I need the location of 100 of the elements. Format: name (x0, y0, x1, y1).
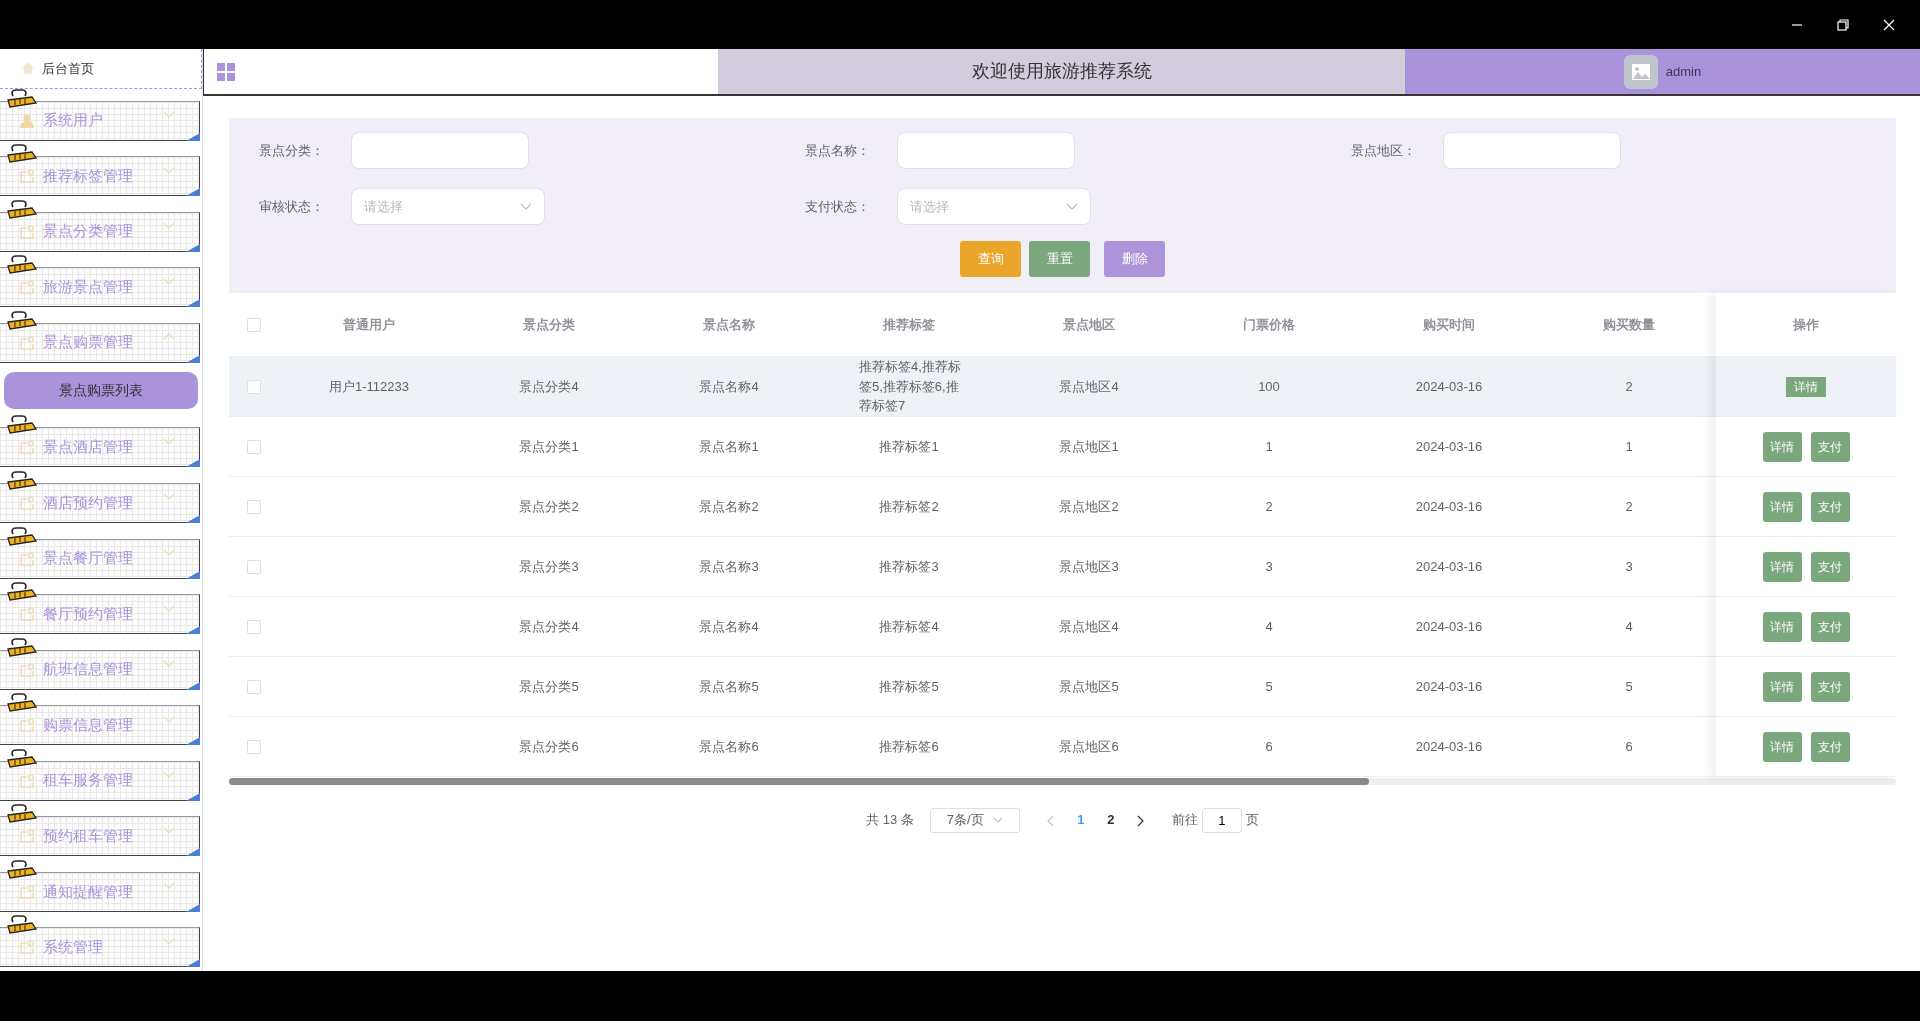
action-button[interactable]: 支付 (1810, 671, 1850, 702)
sidebar-menu-item[interactable]: 系统用户 (0, 100, 200, 141)
table-cell: 4 (1265, 618, 1273, 634)
note-icon (20, 773, 34, 788)
table-cell: 2024-03-16 (1415, 558, 1483, 574)
table-cell: 景点分类2 (519, 498, 579, 514)
avatar[interactable] (1623, 54, 1658, 89)
table-cell: 景点名称3 (699, 558, 759, 574)
note-icon (20, 496, 34, 510)
page-size-select[interactable]: 7条/页 (929, 807, 1020, 833)
column-header: 购买时间 (1422, 315, 1476, 334)
action-button[interactable]: 详情 (1762, 431, 1802, 462)
sidebar-menu-item[interactable]: 景点餐厅管理 (0, 538, 200, 579)
chevron-down-icon (1066, 203, 1078, 210)
table-cell: 景点分类4 (519, 618, 579, 634)
sidebar-menu-item[interactable]: 通知提醒管理 (0, 871, 200, 912)
action-button[interactable]: 重置 (1029, 241, 1090, 277)
table-cell: 6 (1265, 738, 1273, 754)
binder-clip-icon (6, 915, 38, 935)
input-field[interactable] (897, 132, 1075, 169)
page-number[interactable]: 2 (1095, 809, 1126, 831)
action-button[interactable]: 支付 (1810, 611, 1850, 642)
action-button[interactable]: 详情 (1786, 376, 1826, 397)
chevron-down-icon (163, 882, 175, 890)
page-number[interactable]: 1 (1065, 809, 1096, 831)
field-label: 景点名称： (805, 141, 871, 160)
sidebar-menu-item[interactable]: 景点分类管理 (0, 211, 200, 252)
note-icon (20, 335, 34, 350)
chevron-down-icon (163, 604, 175, 612)
image-icon (1630, 62, 1651, 81)
table-cell: 景点名称2 (699, 498, 759, 514)
action-button[interactable]: 删除 (1104, 241, 1165, 277)
action-button[interactable]: 支付 (1810, 551, 1850, 582)
select-field[interactable]: 请选择 (351, 188, 545, 225)
sidebar-menu-item[interactable]: 景点购票管理 (0, 322, 200, 363)
username[interactable]: admin (1665, 61, 1702, 82)
chevron-down-icon (520, 203, 532, 210)
chevron-down-icon (163, 826, 175, 834)
checkbox[interactable] (247, 619, 261, 634)
checkbox[interactable] (247, 559, 261, 574)
action-button[interactable]: 详情 (1762, 551, 1802, 582)
checkbox[interactable] (247, 317, 261, 332)
sidebar-menu-item[interactable]: 推荐标签管理 (0, 156, 200, 197)
binder-clip-icon (6, 582, 38, 602)
table-cell: 2 (1625, 498, 1633, 514)
sidebar-menu-item[interactable]: 租车服务管理 (0, 760, 200, 801)
home-link[interactable]: 后台首页 (42, 58, 94, 78)
chevron-down-icon (163, 549, 175, 557)
checkbox[interactable] (247, 739, 261, 754)
sidebar-menu-item[interactable]: 航班信息管理 (0, 649, 200, 690)
action-button[interactable]: 查询 (960, 241, 1021, 277)
grid-menu-icon[interactable] (217, 62, 235, 81)
table-cell: 4 (1625, 618, 1633, 634)
binder-clip-icon (6, 748, 38, 768)
binder-clip-icon (6, 415, 38, 435)
table-cell: 推荐标签1 (879, 438, 939, 454)
action-button[interactable]: 支付 (1810, 731, 1850, 762)
sidebar-submenu-item[interactable]: 景点购票列表 (4, 372, 198, 410)
table-cell: 2024-03-16 (1415, 498, 1483, 514)
checkbox[interactable] (247, 679, 261, 694)
total-count: 共 13 条 (866, 811, 914, 830)
checkbox[interactable] (247, 499, 261, 514)
sidebar-menu-item[interactable]: 购票信息管理 (0, 705, 200, 746)
table-row[interactable]: 用户1-112233 景点分类4 景点名称4 推荐标签4,推荐标签5,推荐标签6,推荐标签7 景点地区4 100 2024-03-16 2 (229, 357, 1716, 417)
page-input[interactable]: 1 (1201, 807, 1242, 833)
action-button[interactable]: 详情 (1762, 491, 1802, 522)
action-button[interactable]: 详情 (1762, 671, 1802, 702)
action-button[interactable]: 支付 (1810, 431, 1850, 462)
checkbox[interactable] (247, 379, 261, 394)
table-cell: 2024-03-16 (1415, 738, 1483, 754)
select-field[interactable]: 请选择 (897, 188, 1091, 225)
home-icon (22, 62, 34, 75)
action-button[interactable]: 详情 (1762, 611, 1802, 642)
table-cell: 景点分类6 (519, 738, 579, 754)
sidebar-menu-item[interactable]: 景点酒店管理 (0, 427, 200, 468)
table-cell: 景点分类3 (519, 558, 579, 574)
table-cell: 景点名称6 (699, 738, 759, 754)
input-field[interactable] (1443, 132, 1621, 169)
sidebar-menu-item[interactable]: 系统管理 (0, 927, 200, 968)
action-button[interactable]: 详情 (1762, 731, 1802, 762)
chevron-down-icon (992, 817, 1003, 823)
table-cell: 2024-03-16 (1415, 438, 1483, 454)
sidebar-menu-item[interactable]: 旅游景点管理 (0, 267, 200, 308)
chevron-down-icon (163, 715, 175, 723)
table-cell: 推荐标签4 (879, 618, 939, 634)
checkbox[interactable] (247, 439, 261, 454)
sidebar-menu-item[interactable]: 预约租车管理 (0, 816, 200, 857)
chevron-down-icon (163, 660, 175, 668)
table-cell: 景点名称1 (699, 438, 759, 454)
input-field[interactable] (351, 132, 529, 169)
scrollbar-thumb[interactable] (229, 778, 1369, 785)
table-cell: 2 (1625, 378, 1633, 394)
sidebar-menu-item[interactable]: 酒店预约管理 (0, 483, 200, 523)
action-button[interactable]: 支付 (1810, 491, 1850, 522)
sidebar-menu-item[interactable]: 餐厅预约管理 (0, 594, 200, 635)
note-icon (20, 940, 34, 955)
table-cell: 1 (1625, 438, 1633, 454)
column-header: 景点名称 (702, 315, 756, 334)
table-cell: 2024-03-16 (1415, 618, 1483, 634)
chevron-down-icon (163, 493, 175, 501)
